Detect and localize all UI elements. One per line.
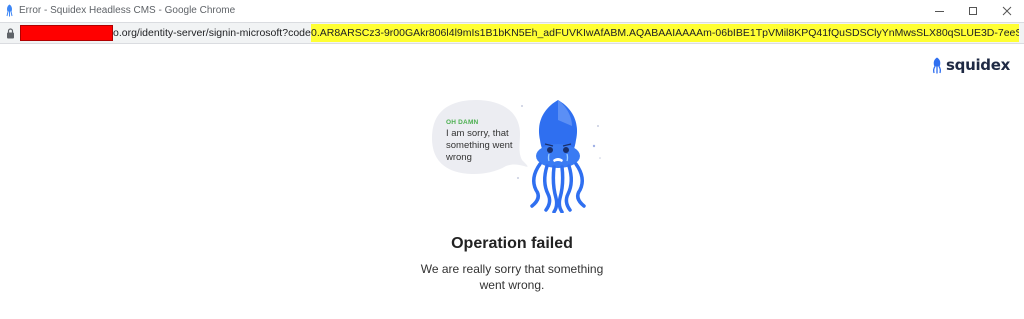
- crying-squid-icon: [517, 100, 601, 213]
- squidex-favicon-icon: [6, 4, 13, 17]
- maximize-icon: [969, 7, 977, 15]
- close-icon: [1002, 6, 1012, 16]
- minimize-button[interactable]: [922, 0, 956, 22]
- bubble-tag: OH DAMN: [446, 119, 479, 126]
- lock-icon[interactable]: [6, 28, 15, 39]
- url-text[interactable]: o.org/identity-server/signin-microsoft?c…: [113, 27, 317, 39]
- logo-text: squidex: [946, 56, 1010, 74]
- redacted-domain: [20, 25, 113, 41]
- minimize-icon: [934, 10, 944, 12]
- squid-logo-icon: [933, 57, 941, 73]
- squidex-logo[interactable]: squidex: [931, 56, 1010, 74]
- close-button[interactable]: [990, 0, 1024, 22]
- page-title: Operation failed: [451, 235, 573, 252]
- window-title-bar: Error - Squidex Headless CMS - Google Ch…: [0, 0, 1024, 22]
- error-message: We are really sorry that something went …: [420, 262, 604, 292]
- maximize-button[interactable]: [956, 0, 990, 22]
- window-title: Error - Squidex Headless CMS - Google Ch…: [19, 5, 236, 16]
- address-bar[interactable]: o.org/identity-server/signin-microsoft?c…: [0, 22, 1024, 44]
- url-code-highlight[interactable]: 0.AR8ARSCz3-9r00GAkr806l4l9mIs1B1bKN5Eh_…: [311, 24, 1019, 42]
